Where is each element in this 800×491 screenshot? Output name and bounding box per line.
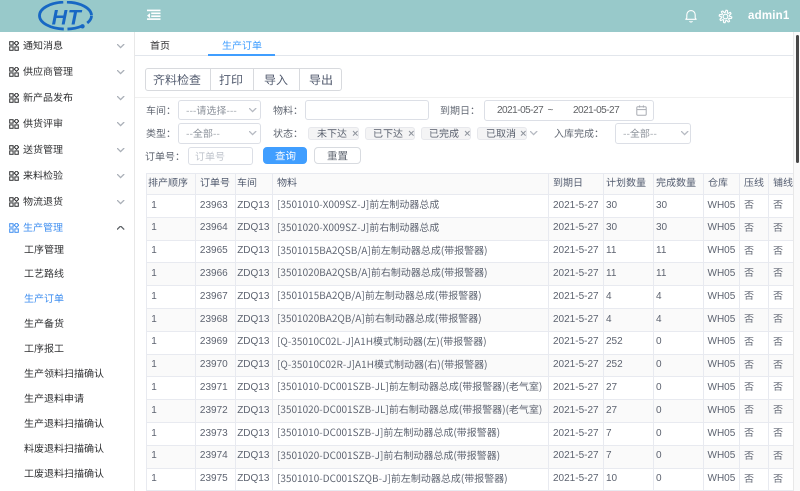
svg-text:HT: HT — [52, 5, 83, 29]
